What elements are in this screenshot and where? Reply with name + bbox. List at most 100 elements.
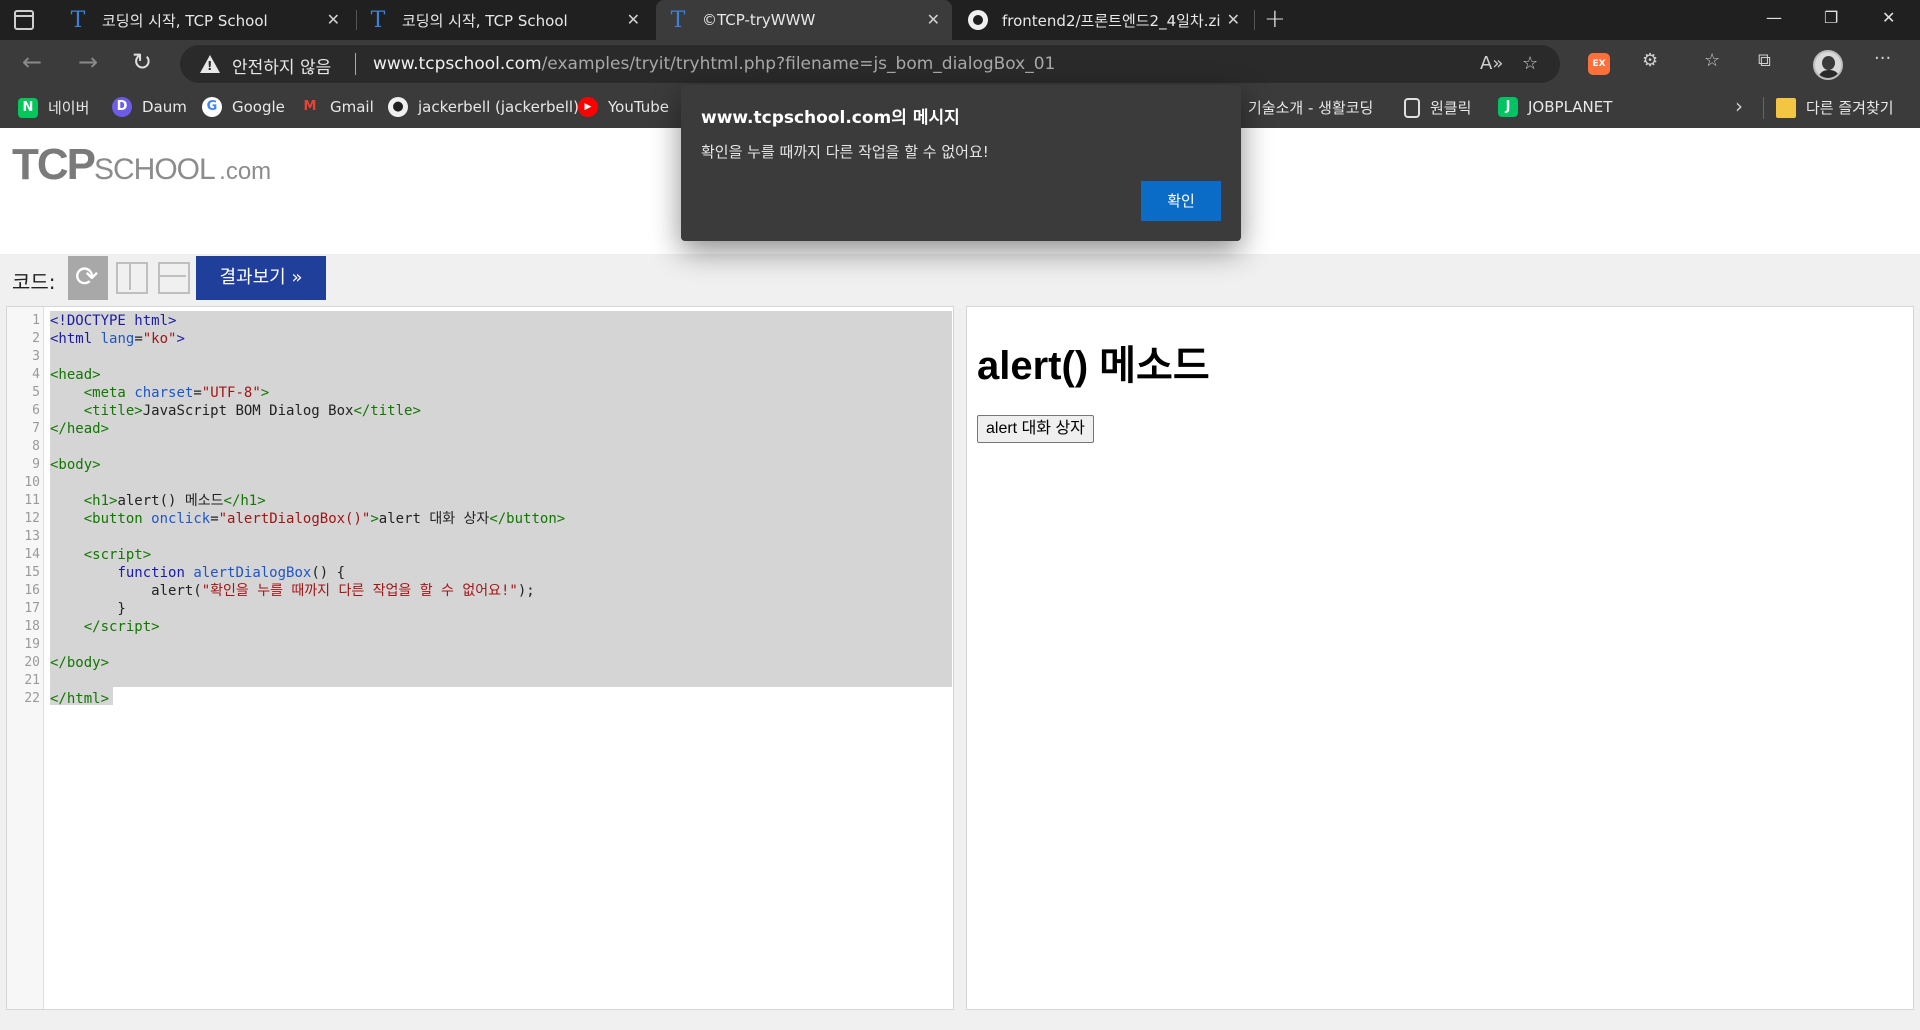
line-number: 4 xyxy=(32,367,40,382)
address-row: ← → ↻ 안전하지 않음 www.tcpschool.com/examples… xyxy=(0,40,1920,88)
code-line: <body> xyxy=(50,457,101,473)
folder-icon xyxy=(1776,97,1796,118)
window-close-icon[interactable]: ✕ xyxy=(1882,8,1895,27)
ok-button[interactable]: 확인 xyxy=(1141,181,1221,221)
tab-2[interactable]: T 코딩의 시작, TCP School ✕ xyxy=(356,0,652,40)
jobplanet-icon: J xyxy=(1498,97,1518,117)
github-icon: ● xyxy=(388,97,408,117)
result-view-button[interactable]: 결과보기 » xyxy=(196,256,326,300)
line-number: 13 xyxy=(24,529,40,544)
code-content: 1 <!DOCTYPE html> 2 <html lang="ko"> 3 4 <h… xyxy=(7,312,953,708)
page-content: TCPSCHOOL .com 코드: 결과보기 » 1 <!DOCTYPE htm… xyxy=(0,128,1920,1030)
code-line: <!DOCTYPE html> xyxy=(50,313,177,329)
collections-icon[interactable]: ⧉ xyxy=(1758,50,1771,71)
chevron-right-icon[interactable]: › xyxy=(1735,94,1743,118)
line-number: 16 xyxy=(24,583,40,598)
bookmark-label: 원클릭 xyxy=(1430,99,1472,117)
bookmark-google[interactable]: G Google xyxy=(202,97,285,117)
restore-icon[interactable]: ❐ xyxy=(1824,8,1838,27)
tcpschool-favicon-icon: T xyxy=(670,7,686,33)
line-number: 6 xyxy=(32,403,40,418)
line-number: 15 xyxy=(24,565,40,580)
tab-1[interactable]: T 코딩의 시작, TCP School ✕ xyxy=(56,0,352,40)
tab-title: 코딩의 시작, TCP School xyxy=(402,11,568,30)
other-favorites[interactable]: 다른 즐겨찾기 xyxy=(1776,97,1894,118)
new-tab-icon[interactable]: + xyxy=(1264,4,1286,34)
bookmark-label: 기술소개 - 생활코딩 xyxy=(1248,99,1374,117)
page-icon xyxy=(1404,97,1420,118)
rotate-layout-button[interactable] xyxy=(68,256,108,300)
tab-title: 코딩의 시작, TCP School xyxy=(102,11,268,30)
bookmark-gmail[interactable]: M Gmail xyxy=(300,97,374,117)
extensions-icon[interactable]: ⚙ xyxy=(1642,50,1658,71)
bookmark-youtube[interactable]: ▶ YouTube xyxy=(578,97,669,117)
result-panel: alert() 메소드 alert 대화 상자 xyxy=(966,306,1914,1010)
line-number: 1 xyxy=(32,313,40,328)
code-line: <button onclick="alertDialogBox()">alert… xyxy=(83,511,566,527)
tab-close-icon[interactable]: ✕ xyxy=(327,10,340,29)
tab-divider xyxy=(1254,10,1255,30)
minimize-icon[interactable]: — xyxy=(1766,8,1782,27)
security-label[interactable]: 안전하지 않음 xyxy=(232,53,331,78)
github-icon xyxy=(968,10,988,30)
profile-avatar[interactable] xyxy=(1813,50,1843,80)
dialog-title: www.tcpschool.com의 메시지 xyxy=(701,108,960,128)
back-icon[interactable]: ← xyxy=(22,48,42,76)
code-line: <meta charset="UTF-8"> xyxy=(83,385,270,401)
url-text[interactable]: www.tcpschool.com/examples/tryit/tryhtml… xyxy=(373,54,1055,74)
daum-icon: D xyxy=(112,97,132,117)
line-number: 19 xyxy=(24,637,40,652)
bookmark-naver[interactable]: N 네이버 xyxy=(18,97,89,118)
code-line: <head> xyxy=(50,367,101,383)
bookmark-github[interactable]: ● jackerbell (jackerbell) xyxy=(388,97,579,117)
bookmark-jobplanet[interactable]: J JOBPLANET xyxy=(1498,97,1612,117)
tab-3-active[interactable]: T ©TCP-tryWWW ✕ xyxy=(656,0,952,40)
code-line: <h1>alert() 메소드</h1> xyxy=(83,493,266,509)
vertical-split-button[interactable] xyxy=(114,256,154,300)
tab-title: ©TCP-tryWWW xyxy=(702,11,816,29)
line-number: 8 xyxy=(32,439,40,454)
add-favorite-icon[interactable]: ☆ xyxy=(1522,53,1538,74)
horizontal-split-button[interactable] xyxy=(154,256,194,300)
result-heading: alert() 메소드 xyxy=(977,344,1210,388)
tab-close-icon[interactable]: ✕ xyxy=(1227,10,1240,29)
refresh-icon[interactable]: ↻ xyxy=(132,48,152,76)
line-number: 14 xyxy=(24,547,40,562)
naver-icon: N xyxy=(18,97,38,118)
bookmark-label: JOBPLANET xyxy=(1528,98,1613,116)
gmail-icon: M xyxy=(303,99,317,114)
tcpschool-logo[interactable]: TCPSCHOOL .com xyxy=(12,140,271,190)
code-line: </html> xyxy=(50,691,110,707)
tab-close-icon[interactable]: ✕ xyxy=(927,10,940,29)
bookmark-label: 네이버 xyxy=(48,99,90,117)
forward-icon[interactable]: → xyxy=(78,48,98,76)
extension-icon[interactable]: EX xyxy=(1588,53,1610,75)
bookmark-oneclick[interactable]: 원클릭 xyxy=(1404,97,1471,118)
address-bar[interactable]: 안전하지 않음 www.tcpschool.com/examples/tryit… xyxy=(180,45,1560,83)
tab-title: frontend2/프론트엔드2_4일차.zi xyxy=(1002,11,1221,30)
url-host: www.tcpschool.com xyxy=(373,54,542,74)
code-line: function alertDialogBox() { xyxy=(117,565,346,581)
favorites-icon[interactable]: ☆ xyxy=(1704,50,1720,71)
bookmark-label: Google xyxy=(232,98,285,116)
read-aloud-icon[interactable]: A» xyxy=(1480,53,1503,74)
alert-dialog-button[interactable]: alert 대화 상자 xyxy=(977,415,1094,443)
bookmark-opentutorials[interactable]: 기술소개 - 생활코딩 xyxy=(1248,97,1373,118)
logo-tcp: TCP xyxy=(12,140,96,189)
tab-close-icon[interactable]: ✕ xyxy=(627,10,640,29)
line-number: 9 xyxy=(32,457,40,472)
bookmark-daum[interactable]: D Daum xyxy=(112,97,187,117)
code-line: <title>JavaScript BOM Dialog Box</title> xyxy=(83,403,421,419)
dialog-message: 확인을 누를 때까지 다른 작업을 할 수 없어요! xyxy=(701,143,989,161)
code-editor[interactable]: 1 <!DOCTYPE html> 2 <html lang="ko"> 3 4 <h… xyxy=(6,306,954,1010)
code-line: </head> xyxy=(50,421,110,437)
google-icon: G xyxy=(202,97,222,117)
more-menu-icon[interactable]: ··· xyxy=(1874,48,1891,69)
bookmark-divider xyxy=(1763,97,1764,119)
line-number: 17 xyxy=(24,601,40,616)
url-divider xyxy=(355,53,356,75)
tab-actions-icon[interactable] xyxy=(14,10,34,30)
tab-4[interactable]: frontend2/프론트엔드2_4일차.zi ✕ xyxy=(956,0,1252,40)
line-number: 22 xyxy=(24,691,40,706)
line-number: 2 xyxy=(32,331,40,346)
